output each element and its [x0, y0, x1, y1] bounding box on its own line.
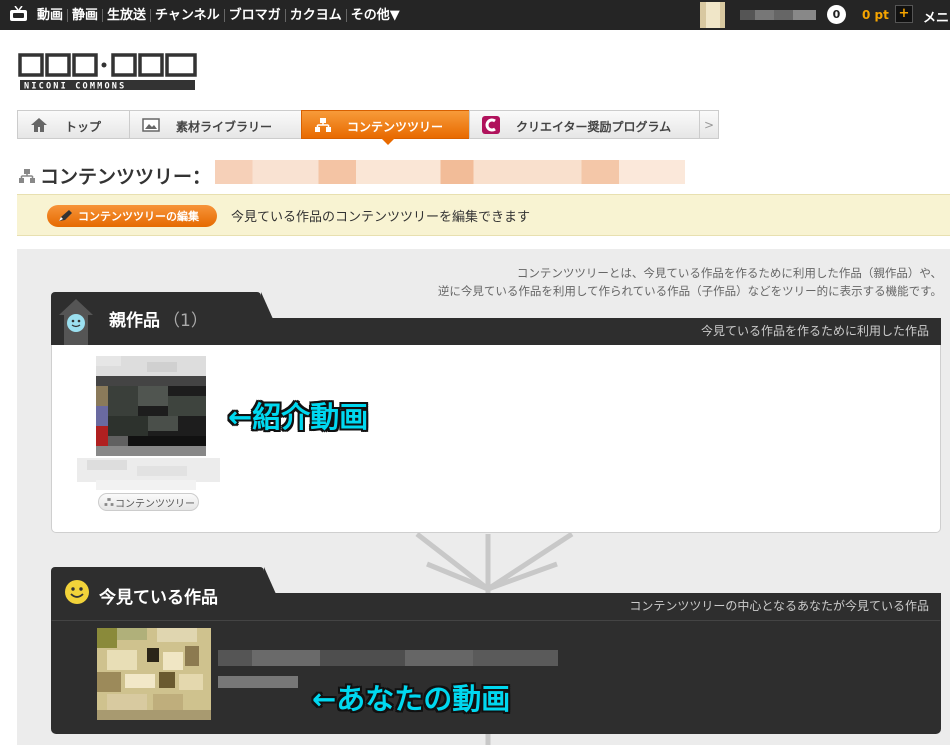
tab-top-label: トップ — [65, 120, 102, 134]
content-tree-chip-label: コンテンツツリー — [115, 498, 195, 510]
niconico-tv-icon[interactable] — [9, 6, 28, 22]
nav-link-channel[interactable]: チャンネル — [151, 8, 225, 22]
niconi-commons-logo[interactable]: NICONI COMMONS — [18, 52, 198, 92]
tab-content-tree[interactable]: コンテンツツリー — [301, 110, 469, 145]
description-line-1: コンテンツツリーとは、今見ている作品を作るために利用した作品（親作品）や、 — [516, 266, 942, 280]
current-work-bar: コンテンツツリーの中心となるあなたが今見ている作品 — [264, 593, 941, 620]
parent-works-bar: 今見ている作品を作るために利用した作品 — [261, 318, 941, 345]
user-name-blurred[interactable] — [740, 10, 816, 20]
edit-notice-bar: コンテンツツリーの編集 今見ている作品のコンテンツツリーを編集できます — [17, 194, 950, 236]
your-video-annotation: ←あなたの動画 — [312, 682, 511, 716]
tab-creator-program[interactable]: クリエイター奨励プログラム — [469, 110, 699, 139]
pencil-icon — [59, 210, 72, 221]
global-nav-links: 動画 静画 生放送 チャンネル ブロマガ カクヨム その他▼ — [33, 0, 404, 30]
nav-link-other-dropdown[interactable]: その他▼ — [347, 9, 404, 22]
current-video-title-blurred[interactable] — [218, 650, 558, 666]
work-title-blurred — [215, 160, 685, 184]
tab-creator-program-label: クリエイター奨励プログラム — [516, 120, 672, 134]
menu-link[interactable]: メニュー — [923, 7, 950, 26]
page-title-text: コンテンツツリー： — [40, 166, 212, 188]
edit-content-tree-button[interactable]: コンテンツツリーの編集 — [47, 205, 217, 227]
tab-top[interactable]: トップ — [17, 110, 129, 139]
tree-icon — [315, 118, 331, 132]
global-top-bar: 動画 静画 生放送 チャンネル ブロマガ カクヨム その他▼ 0 0 pt + … — [0, 0, 950, 30]
logo-subtext: NICONI COMMONS — [24, 82, 126, 92]
content-tree-description: コンテンツツリーとは、今見ている作品を作るために利用した作品（親作品）や、 逆に… — [438, 264, 942, 300]
nav-link-live[interactable]: 生放送 — [103, 8, 152, 22]
nav-link-kakuyomu[interactable]: カクヨム — [286, 8, 347, 22]
parent-works-count: （1） — [163, 311, 208, 331]
content-tree-chip-button[interactable]: コンテンツツリー — [98, 493, 199, 511]
tab-material-library-label: 素材ライブラリー — [176, 120, 273, 134]
edit-notice-text: 今見ている作品のコンテンツツリーを編集できます — [231, 210, 531, 225]
parent-video-thumbnail[interactable] — [77, 356, 220, 490]
current-work-tab: 今見ている作品 — [51, 567, 276, 622]
tree-icon — [19, 168, 35, 183]
nav-link-blomaga[interactable]: ブロマガ — [225, 8, 286, 22]
creator-program-icon — [482, 116, 500, 134]
parent-works-title: 親作品 — [109, 311, 160, 331]
library-icon — [142, 118, 160, 132]
tree-icon — [104, 498, 114, 506]
current-work-title: 今見ている作品 — [99, 588, 218, 608]
page-title: コンテンツツリー： — [18, 162, 211, 189]
add-points-button[interactable]: + — [895, 5, 913, 23]
tabs-scroll-right-button[interactable]: > — [699, 110, 719, 139]
main-tab-bar: トップ 素材ライブラリー コンテンツツリー クリエイター奨励プログラム > — [17, 110, 950, 145]
points-badge: 0 — [827, 5, 846, 24]
nav-link-seiga[interactable]: 静画 — [68, 8, 104, 22]
tab-material-library[interactable]: 素材ライブラリー — [129, 110, 301, 139]
house-smiley-icon — [59, 299, 93, 347]
current-video-thumbnail[interactable] — [97, 628, 211, 720]
smiley-icon — [65, 580, 89, 604]
points-text: 0 pt — [862, 8, 889, 22]
user-avatar[interactable] — [700, 2, 725, 28]
edit-content-tree-label: コンテンツツリーの編集 — [78, 210, 199, 223]
tab-content-tree-label: コンテンツツリー — [347, 120, 444, 134]
parent-works-tab: 親作品 （1） — [51, 292, 273, 347]
intro-video-annotation: ←紹介動画 — [228, 400, 369, 434]
current-video-meta-blurred — [218, 676, 298, 688]
description-line-2: 逆に今見ている作品を利用して作られている作品（子作品）などをツリー的に表示する機… — [437, 284, 942, 298]
nav-link-douga[interactable]: 動画 — [33, 8, 69, 22]
home-icon — [31, 118, 47, 132]
